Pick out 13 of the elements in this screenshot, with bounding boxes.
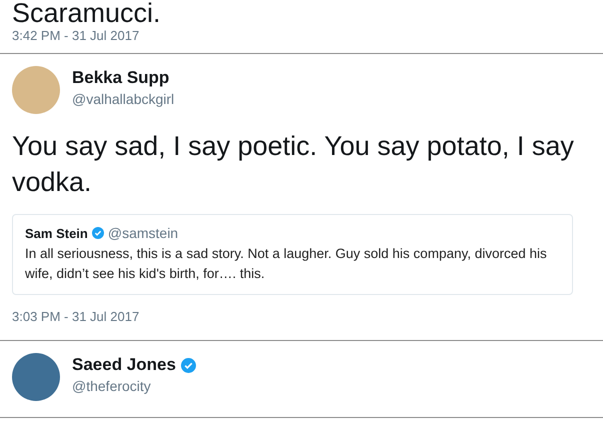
tweet-text: You say sad, I say poetic. You say potato, I say vodka. — [12, 130, 575, 199]
quoted-tweet-card[interactable]: Sam Stein @samstein In all seriousness, this is a sad story. Not a laugher. Guy sold his company, divorced his wife, didn’t see his kid's birth, for…. this. — [12, 214, 573, 295]
avatar-placeholder[interactable] — [12, 353, 60, 401]
tweet-timestamp[interactable]: 3:03 PM - 31 Jul 2017 — [12, 309, 591, 324]
quoted-author-name: Sam Stein — [25, 226, 88, 240]
quoted-author-handle: @samstein — [108, 225, 178, 241]
author-name[interactable]: Bekka Supp — [72, 68, 170, 88]
author-name[interactable]: Saeed Jones — [72, 355, 176, 375]
author-handle[interactable]: @valhallabckgirl — [72, 91, 174, 107]
tweet-text: Scaramucci. — [12, 0, 162, 26]
author-handle[interactable]: @theferocity — [72, 378, 196, 394]
quoted-tweet-text: In all seriousness, this is a sad story. Not a laugher. Guy sold his company, divorced his wife, didn’t see his kid's birth, for…. this. — [25, 245, 548, 283]
tweet-timestamp[interactable]: 3:42 PM - 31 Jul 2017 — [12, 28, 591, 43]
